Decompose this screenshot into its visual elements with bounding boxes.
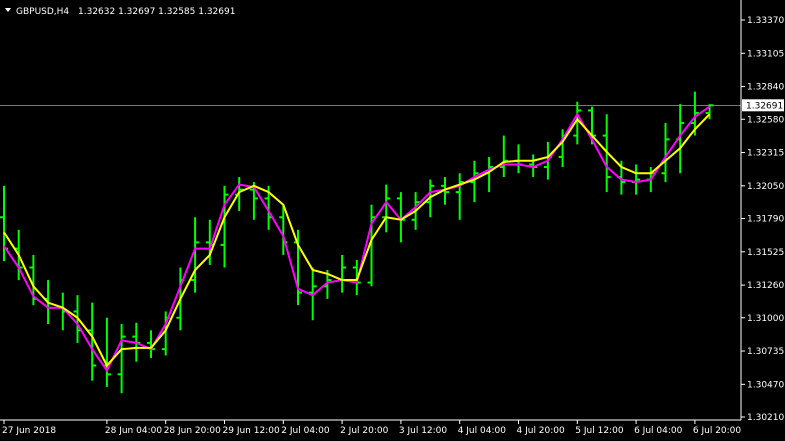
ohlc-readout: 1.32632 1.32697 1.32585 1.32691 xyxy=(78,7,235,17)
time-tick-label: 2 Jul 20:00 xyxy=(340,426,389,436)
price-tick-label: 1.33370 xyxy=(747,16,784,26)
time-tick-label: 2 Jul 04:00 xyxy=(281,426,330,436)
price-tick-label: 1.31525 xyxy=(747,248,784,258)
price-tick-label: 1.32840 xyxy=(747,83,784,93)
price-tick-label: 1.30470 xyxy=(747,380,784,390)
price-tick-label: 1.32315 xyxy=(747,149,784,159)
price-chart[interactable]: 1.33370 1.33105 1.32840 1.32580 1.32315 1.320… xyxy=(0,0,785,441)
time-tick-label: 28 Jun 20:00 xyxy=(164,426,221,436)
price-tick-label: 1.30735 xyxy=(747,347,784,357)
time-tick-label: 28 Jun 04:00 xyxy=(105,426,162,436)
price-tick-label: 1.31000 xyxy=(747,314,784,324)
time-tick-label: 29 Jun 12:00 xyxy=(223,426,280,436)
time-tick-label: 27 Jun 2018 xyxy=(2,426,56,436)
time-tick-label: 4 Jul 20:00 xyxy=(517,426,566,436)
time-tick-label: 3 Jul 12:00 xyxy=(399,426,448,436)
price-tick-label: 1.31260 xyxy=(747,281,784,291)
time-tick-label: 5 Jul 12:00 xyxy=(575,426,624,436)
time-tick-label: 6 Jul 04:00 xyxy=(634,426,683,436)
current-price-tag-label: 1.32691 xyxy=(746,101,783,111)
price-tick-label: 1.30210 xyxy=(747,413,784,423)
price-tick-label: 1.33105 xyxy=(747,49,784,59)
price-tick-label: 1.32580 xyxy=(747,115,784,125)
current-price-tag: 1.32691 xyxy=(742,99,784,112)
time-tick-label: 4 Jul 04:00 xyxy=(458,426,507,436)
symbol-label: GBPUSD,H4 xyxy=(16,7,69,17)
time-tick-label: 6 Jul 20:00 xyxy=(693,426,742,436)
price-tick-label: 1.31790 xyxy=(747,215,784,225)
price-tick-label: 1.32050 xyxy=(747,182,784,192)
